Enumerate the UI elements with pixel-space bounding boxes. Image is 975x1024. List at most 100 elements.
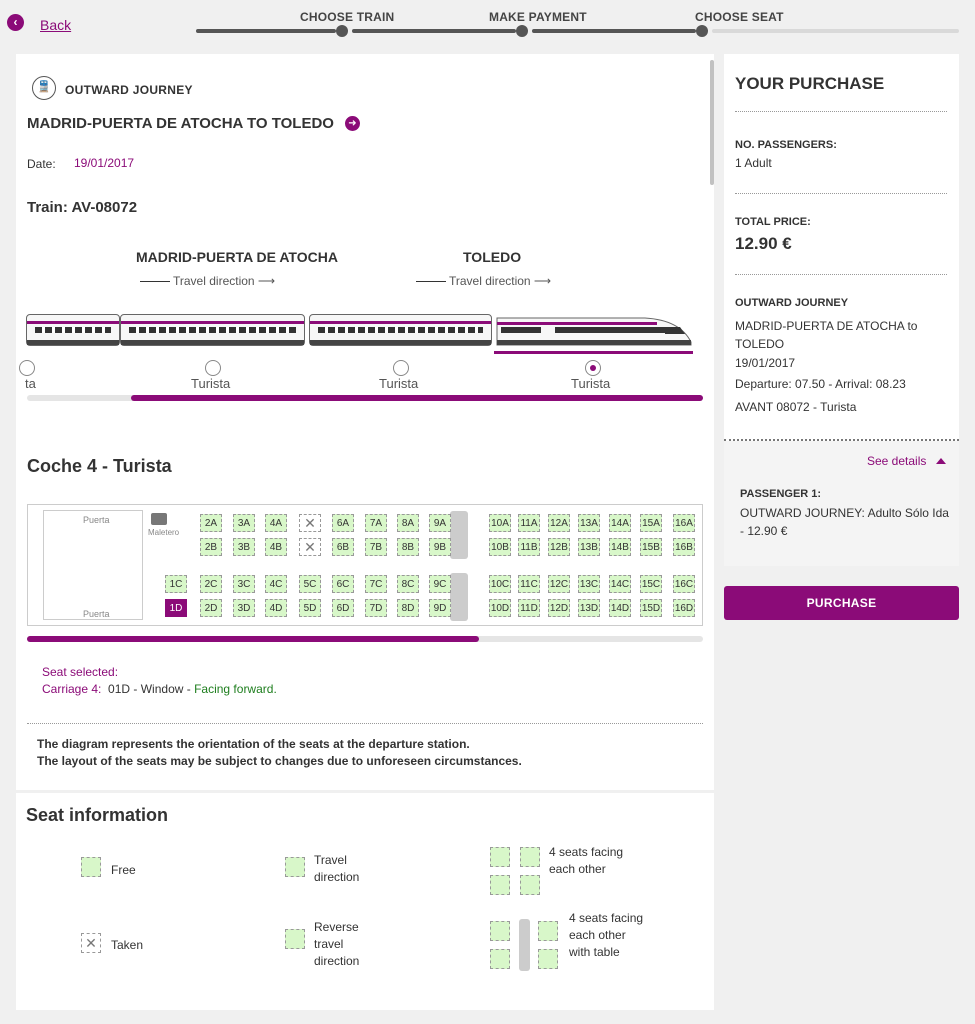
seat-16b[interactable]: 16B	[673, 538, 695, 556]
seat-9c[interactable]: 9C	[429, 575, 451, 593]
train-car-2[interactable]	[120, 314, 305, 346]
seat-3c[interactable]: 3C	[233, 575, 255, 593]
seat-13b[interactable]: 13B	[578, 538, 600, 556]
seat-7b[interactable]: 7B	[365, 538, 387, 556]
price-label: TOTAL PRICE:	[735, 216, 811, 228]
seat-4a[interactable]: 4A	[265, 514, 287, 532]
details-section: See details PASSENGER 1: OUTWARD JOURNEY…	[724, 441, 959, 566]
car-scroll-thumb[interactable]	[131, 395, 703, 401]
seat-4c[interactable]: 4C	[265, 575, 287, 593]
legend-free: Free	[111, 863, 136, 877]
back-arrow-icon[interactable]: ‹	[7, 14, 24, 31]
step-dot-make-payment	[516, 25, 528, 37]
seat-8c[interactable]: 8C	[397, 575, 419, 593]
legend-four-table: 4 seats facing each other with table	[569, 911, 644, 959]
seat-1d[interactable]: 1D	[165, 599, 187, 617]
seat-14c[interactable]: 14C	[609, 575, 631, 593]
seat-3a[interactable]: 3A	[233, 514, 255, 532]
seat-16c[interactable]: 16C	[673, 575, 695, 593]
seat-15b[interactable]: 15B	[640, 538, 662, 556]
seat-4b[interactable]: 4B	[265, 538, 287, 556]
seat-12d[interactable]: 12D	[548, 599, 570, 617]
seat-3b[interactable]: 3B	[233, 538, 255, 556]
car-radio-3[interactable]	[393, 360, 409, 376]
car-radio-2[interactable]	[205, 360, 221, 376]
seat-10a[interactable]: 10A	[489, 514, 511, 532]
purchase-button[interactable]: PURCHASE	[724, 586, 959, 620]
passengers-label: NO. PASSENGERS:	[735, 139, 837, 151]
seat-2d[interactable]: 2D	[200, 599, 222, 617]
seat-8b[interactable]: 8B	[397, 538, 419, 556]
seat-15d[interactable]: 15D	[640, 599, 662, 617]
coach-scroll-thumb[interactable]	[27, 636, 479, 642]
seat-6d[interactable]: 6D	[332, 599, 354, 617]
seat-11a[interactable]: 11A	[518, 514, 540, 532]
seat-11d[interactable]: 11D	[518, 599, 540, 617]
seat-7c[interactable]: 7C	[365, 575, 387, 593]
step-dot-choose-train	[336, 25, 348, 37]
facing-seat-icon	[490, 847, 510, 867]
caret-up-icon[interactable]	[936, 458, 946, 464]
passenger-detail: OUTWARD JOURNEY: Adulto Sólo Ida - 12.90…	[740, 506, 949, 538]
seat-13c[interactable]: 13C	[578, 575, 600, 593]
seat-9d[interactable]: 9D	[429, 599, 451, 617]
seat-12b[interactable]: 12B	[548, 538, 570, 556]
see-details-link[interactable]: See details	[867, 454, 926, 468]
seat-5d[interactable]: 5D	[299, 599, 321, 617]
seat-12c[interactable]: 12C	[548, 575, 570, 593]
seat-6c[interactable]: 6C	[332, 575, 354, 593]
seat-9b[interactable]: 9B	[429, 538, 451, 556]
journey-date: 19/01/2017	[735, 356, 796, 370]
table-seat-icon	[490, 949, 510, 969]
seat-7a[interactable]: 7A	[365, 514, 387, 532]
train-car-4-locomotive[interactable]	[495, 316, 693, 346]
seat-8a[interactable]: 8A	[397, 514, 419, 532]
seat-2b[interactable]: 2B	[200, 538, 222, 556]
train-car-3[interactable]	[309, 314, 492, 346]
seat-selection-panel: 🚆 OUTWARD JOURNEY MADRID-PUERTA DE ATOCH…	[16, 54, 714, 790]
seat-11c[interactable]: 11C	[518, 575, 540, 593]
seat-4d[interactable]: 4D	[265, 599, 287, 617]
seat-13d[interactable]: 13D	[578, 599, 600, 617]
facing-seat-icon	[520, 875, 540, 895]
seat-8d[interactable]: 8D	[397, 599, 419, 617]
train-car-1[interactable]	[26, 314, 120, 346]
panel-scrollbar[interactable]	[710, 60, 714, 185]
seat-10b[interactable]: 10B	[489, 538, 511, 556]
table-top	[450, 511, 468, 559]
seat-14a[interactable]: 14A	[609, 514, 631, 532]
seat-9a[interactable]: 9A	[429, 514, 451, 532]
seat-15c[interactable]: 15C	[640, 575, 662, 593]
seat-3d[interactable]: 3D	[233, 599, 255, 617]
car-radio-1[interactable]	[19, 360, 35, 376]
date-label: Date:	[27, 157, 56, 171]
luggage-label: Maletero	[148, 528, 180, 537]
progress-line-1	[196, 29, 336, 33]
car-radio-4[interactable]	[585, 360, 601, 376]
seat-16d[interactable]: 16D	[673, 599, 695, 617]
seat-6b[interactable]: 6B	[332, 538, 354, 556]
seat-6a[interactable]: 6A	[332, 514, 354, 532]
seat-16a[interactable]: 16A	[673, 514, 695, 532]
seat-14b[interactable]: 14B	[609, 538, 631, 556]
seat-1c[interactable]: 1C	[165, 575, 187, 593]
seat-2c[interactable]: 2C	[200, 575, 222, 593]
purchase-summary: YOUR PURCHASE NO. PASSENGERS: 1 Adult TO…	[724, 54, 959, 566]
seat-13a[interactable]: 13A	[578, 514, 600, 532]
seat-10c[interactable]: 10C	[489, 575, 511, 593]
route-arrow-icon[interactable]: ➜	[345, 116, 360, 131]
seat-selected-detail: Carriage 4: 01D - Window - Facing forwar…	[42, 682, 277, 696]
legend-taken: Taken	[111, 938, 144, 952]
seat-11b[interactable]: 11B	[518, 538, 540, 556]
seat-7d[interactable]: 7D	[365, 599, 387, 617]
seat-10d[interactable]: 10D	[489, 599, 511, 617]
seat-14d[interactable]: 14D	[609, 599, 631, 617]
seat-15a[interactable]: 15A	[640, 514, 662, 532]
back-link[interactable]: Back	[40, 17, 71, 33]
train-number: Train: AV-08072	[27, 199, 138, 216]
passengers-value: 1 Adult	[735, 156, 772, 170]
journey-service: AVANT 08072 - Turista	[735, 400, 857, 414]
seat-2a[interactable]: 2A	[200, 514, 222, 532]
seat-12a[interactable]: 12A	[548, 514, 570, 532]
seat-5c[interactable]: 5C	[299, 575, 321, 593]
